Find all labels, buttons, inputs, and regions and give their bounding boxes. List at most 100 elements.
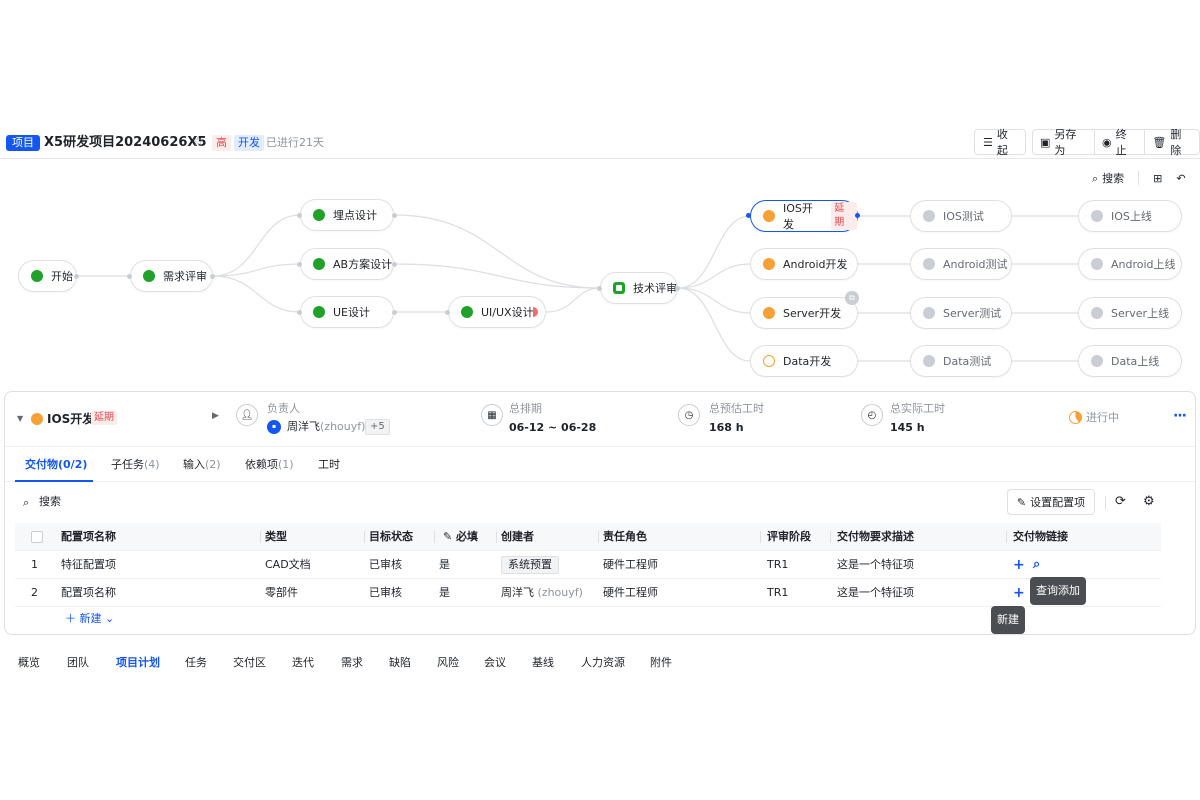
flow-node-uiux[interactable]: UI/UX设计 — [448, 296, 546, 328]
flow-node-server-dev[interactable]: Server开发 — [750, 297, 858, 329]
connector-port — [127, 274, 132, 279]
query-add-tooltip: 查询添加 — [1030, 577, 1086, 605]
node-label: AB方案设计 — [333, 258, 393, 271]
active-tab-indicator — [15, 480, 93, 482]
new-row-button[interactable]: ＋ 新建 ⌄ — [65, 611, 114, 627]
more-icon[interactable]: ··· — [1173, 408, 1187, 424]
flow-node-tracking[interactable]: 埋点设计 — [300, 199, 394, 231]
node-detail-title: IOS开发 — [47, 412, 95, 426]
nav-meetings[interactable]: 会议 — [484, 655, 506, 671]
node-label: 需求评审 — [163, 270, 207, 283]
table-row[interactable]: 1 特征配置项 CAD文档 已审核 是 系统预置 硬件工程师 TR1 这是一个特… — [15, 551, 1161, 579]
add-icon[interactable]: + — [1013, 579, 1025, 607]
row-index: 2 — [31, 586, 38, 599]
nav-team[interactable]: 团队 — [67, 655, 89, 671]
flow-node-ios-launch[interactable]: IOS上线 — [1078, 200, 1182, 232]
connector-port[interactable] — [746, 213, 751, 218]
flow-node-req-review[interactable]: 需求评审 — [130, 260, 213, 292]
node-summary-row: ▼ IOS开发 延期 ▶ 👤︎ 负责人 ▪ 周洋飞(zhouyf) +5 ▦ 总… — [5, 392, 1195, 447]
tab-count: (0/2) — [58, 458, 88, 471]
column-header: 评审阶段 — [761, 523, 831, 551]
add-icon[interactable]: + — [1013, 551, 1025, 579]
nav-delivery[interactable]: 交付区 — [233, 655, 266, 671]
node-label: Data开发 — [783, 355, 832, 368]
tab-deliverables[interactable]: 交付物(0/2) — [25, 457, 87, 473]
flow-node-server-test[interactable]: Server测试 — [910, 297, 1012, 329]
connector-port — [445, 310, 450, 315]
column-header: 交付物要求描述 — [831, 523, 1007, 551]
gear-icon[interactable]: ⚙ — [1143, 494, 1155, 509]
flow-node-start[interactable]: 开始 — [18, 260, 77, 292]
nav-requirements[interactable]: 需求 — [341, 655, 363, 671]
collapse-caret-icon[interactable]: ▼ — [17, 414, 23, 423]
edge-req-tracking — [212, 214, 301, 277]
column-header: 配置项名称 — [55, 523, 261, 551]
node-label: UE设计 — [333, 306, 371, 319]
nav-overview[interactable]: 概览 — [18, 655, 40, 671]
more-owners-badge[interactable]: +5 — [365, 419, 390, 435]
tab-worktime[interactable]: 工时 — [318, 457, 340, 473]
clock-icon: ◷ — [678, 404, 700, 426]
flow-node-android-test[interactable]: Android测试 — [910, 248, 1012, 280]
flow-node-ios-dev[interactable]: IOS开发 延期 — [750, 200, 858, 232]
select-all-checkbox[interactable] — [31, 531, 43, 543]
search-input[interactable]: 搜索 — [39, 495, 61, 509]
status-pending-dot — [1091, 258, 1103, 270]
status-text[interactable]: 进行中 — [1086, 411, 1119, 425]
search-icon[interactable]: ⌕ — [1033, 551, 1040, 579]
flow-node-ue[interactable]: UE设计 — [300, 296, 394, 328]
edge-ab-tech — [393, 263, 601, 289]
config-items-button[interactable]: ✎ 设置配置项 — [1007, 489, 1095, 515]
node-label: Android上线 — [1111, 258, 1176, 271]
tab-subtasks[interactable]: 子任务(4) — [111, 457, 160, 473]
status-done-dot — [461, 306, 473, 318]
status-done-dot — [31, 270, 43, 282]
nav-defects[interactable]: 缺陷 — [389, 655, 411, 671]
flow-node-android-launch[interactable]: Android上线 — [1078, 248, 1182, 280]
flow-node-tech-review[interactable]: 技术评审 — [600, 272, 678, 304]
node-label: Server上线 — [1111, 307, 1170, 320]
column-header: 类型 — [261, 523, 365, 551]
table-header-row: 配置项名称 类型 目标状态 ✎ 必填 创建者 责任角色 评审阶段 交付物要求描述… — [15, 523, 1161, 551]
nav-hr[interactable]: 人力资源 — [581, 655, 625, 671]
expand-arrow-icon[interactable]: ▶ — [212, 411, 219, 421]
nav-risks[interactable]: 风险 — [437, 655, 459, 671]
search-icon: ⌕ — [23, 496, 30, 509]
connector-port — [597, 286, 602, 291]
tab-dependencies[interactable]: 依赖项(1) — [245, 457, 294, 473]
flow-node-data-launch[interactable]: Data上线 — [1078, 345, 1182, 377]
nav-project-plan[interactable]: 项目计划 — [116, 655, 160, 671]
flow-node-server-launch[interactable]: Server上线 — [1078, 297, 1182, 329]
connector-port[interactable] — [855, 213, 860, 218]
flow-node-data-test[interactable]: Data测试 — [910, 345, 1012, 377]
actual-hours-value: 145 h — [890, 421, 925, 434]
cell-type: CAD文档 — [265, 558, 311, 571]
tab-inputs[interactable]: 输入(2) — [183, 457, 221, 473]
nav-attachments[interactable]: 附件 — [650, 655, 672, 671]
owner-name[interactable]: 周洋飞(zhouyf) — [287, 420, 365, 434]
edge-tech-server — [677, 287, 751, 314]
status-pending-dot — [923, 355, 935, 367]
owner-label: 负责人 — [267, 402, 300, 415]
flow-node-ab[interactable]: AB方案设计 — [300, 248, 394, 280]
config-items-label: 设置配置项 — [1030, 496, 1086, 509]
status-pending-dot — [1091, 307, 1103, 319]
node-label: Server测试 — [943, 307, 1002, 320]
table-row[interactable]: 2 配置项名称 零部件 已审核 是 周洋飞 (zhouyf) 硬件工程师 TR1… — [15, 579, 1161, 607]
estimated-hours-value: 168 h — [709, 421, 744, 434]
flow-node-android-dev[interactable]: Android开发 — [750, 248, 858, 280]
preset-tag: 系统预置 — [501, 556, 559, 574]
status-pending-dot — [1091, 210, 1103, 222]
refresh-icon[interactable]: ⟳ — [1115, 494, 1126, 509]
nav-iteration[interactable]: 迭代 — [292, 655, 314, 671]
node-label: Android开发 — [783, 258, 848, 271]
status-in-progress-dot — [763, 307, 775, 319]
flow-node-data-dev[interactable]: Data开发 — [750, 345, 858, 377]
nav-tasks[interactable]: 任务 — [185, 655, 207, 671]
connector-port — [297, 213, 302, 218]
cell-role: 硬件工程师 — [603, 586, 658, 599]
status-pending-dot — [1091, 355, 1103, 367]
flow-node-ios-test[interactable]: IOS测试 — [910, 200, 1012, 232]
copy-icon[interactable]: ⧉ — [845, 291, 859, 305]
nav-baseline[interactable]: 基线 — [532, 655, 554, 671]
